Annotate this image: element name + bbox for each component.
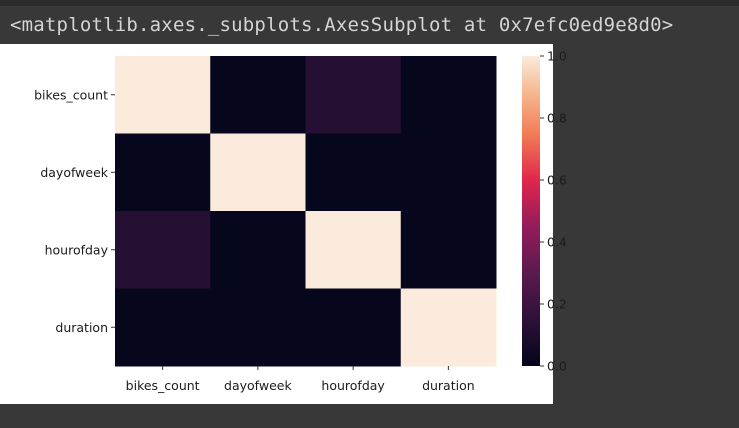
heatmap-cell-dayofweek-hourofday (305, 133, 402, 212)
heatmap-cells (115, 56, 497, 367)
x-tick-label-hourofday: hourofday (321, 378, 385, 393)
y-tick-label-duration: duration (55, 320, 108, 335)
colorbar-tick-label: 0.6 (547, 173, 567, 188)
heatmap-cell-dayofweek-duration (400, 133, 497, 212)
heatmap-chart: bikes_count dayofweek hourofday duration bi… (0, 44, 567, 404)
heatmap-cell-bikes_count-dayofweek (210, 56, 306, 134)
heatmap-cell-hourofday-bikes_count (115, 211, 211, 289)
heatmap-cell-dayofweek-bikes_count (115, 133, 211, 212)
heatmap-cell-duration-dayofweek (210, 288, 306, 367)
y-tick-label-dayofweek: dayofweek (40, 165, 108, 180)
colorbar-tick-label: 1.0 (547, 49, 567, 64)
colorbar-tick-label: 0.8 (547, 111, 567, 126)
x-tick-label-duration: duration (422, 378, 475, 393)
colorbar-tick-label: 0.0 (547, 359, 567, 374)
colorbar (522, 56, 540, 366)
colorbar-tick-label: 0.4 (547, 235, 567, 250)
y-tick-label-bikes_count: bikes_count (34, 87, 108, 102)
heatmap-cell-hourofday-duration (400, 211, 497, 289)
colorbar-tick-label: 0.2 (547, 297, 567, 312)
heatmap-cell-duration-duration (400, 288, 497, 367)
heatmap-cell-duration-bikes_count (115, 288, 211, 367)
heatmap-cell-hourofday-hourofday (305, 211, 402, 289)
heatmap-cell-bikes_count-hourofday (305, 56, 402, 134)
heatmap-cell-dayofweek-dayofweek (210, 133, 306, 212)
y-tick-label-hourofday: hourofday (45, 242, 109, 257)
x-tick-label-bikes_count: bikes_count (126, 378, 200, 393)
heatmap-cell-hourofday-dayofweek (210, 211, 306, 289)
heatmap-cell-bikes_count-bikes_count (115, 56, 211, 134)
heatmap-cell-duration-hourofday (305, 288, 402, 367)
heatmap-cell-bikes_count-duration (400, 56, 497, 134)
x-tick-label-dayofweek: dayofweek (224, 378, 292, 393)
